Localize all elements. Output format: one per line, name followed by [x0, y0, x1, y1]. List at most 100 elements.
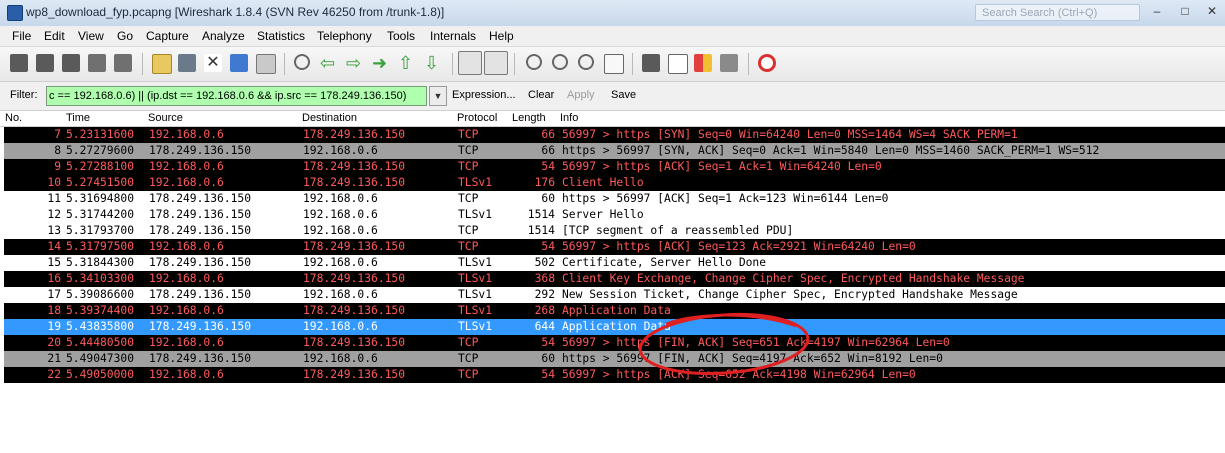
- packet-row[interactable]: 10 5.27451500 192.168.0.6 178.249.136.15…: [4, 175, 1225, 191]
- packet-list: 7 5.23131600 192.168.0.6 178.249.136.150…: [4, 127, 1225, 383]
- packet-info: Certificate, Server Hello Done: [562, 256, 767, 269]
- packet-row[interactable]: 18 5.39374400 192.168.0.6 178.249.136.15…: [4, 303, 1225, 319]
- packet-no: 15: [47, 256, 61, 269]
- packet-no: 19: [47, 320, 61, 333]
- go-to-packet-icon[interactable]: ➜: [372, 54, 390, 72]
- packet-destination: 192.168.0.6: [303, 256, 378, 269]
- packet-length: 54: [541, 240, 555, 253]
- go-first-icon[interactable]: ⇧: [398, 54, 416, 72]
- packet-row[interactable]: 16 5.34103300 192.168.0.6 178.249.136.15…: [4, 271, 1225, 287]
- interface-list-icon[interactable]: [10, 54, 28, 72]
- main-toolbar: ✕ ⇦ ⇨ ➜ ⇧ ⇩: [0, 47, 1225, 82]
- menu-capture[interactable]: Capture: [146, 29, 189, 43]
- packet-protocol: TLSv1: [458, 176, 493, 189]
- packet-row[interactable]: 11 5.31694800 178.249.136.150 192.168.0.…: [4, 191, 1225, 207]
- zoom-out-icon[interactable]: [552, 54, 568, 70]
- packet-row[interactable]: 7 5.23131600 192.168.0.6 178.249.136.150…: [4, 127, 1225, 143]
- menu-view[interactable]: View: [78, 29, 104, 43]
- column-header-info[interactable]: Info: [560, 112, 578, 124]
- resize-columns-icon[interactable]: [604, 54, 624, 74]
- start-capture-icon[interactable]: [62, 54, 80, 72]
- menu-help[interactable]: Help: [489, 29, 514, 43]
- packet-info: Application Data: [562, 320, 671, 333]
- packet-row[interactable]: 14 5.31797500 192.168.0.6 178.249.136.15…: [4, 239, 1225, 255]
- display-filters-icon[interactable]: [668, 54, 688, 74]
- find-packet-icon[interactable]: [294, 54, 310, 70]
- go-last-icon[interactable]: ⇩: [424, 54, 442, 72]
- toolbar-separator: [452, 53, 453, 75]
- packet-row[interactable]: 13 5.31793700 178.249.136.150 192.168.0.…: [4, 223, 1225, 239]
- close-file-icon[interactable]: ✕: [204, 54, 222, 72]
- menu-tools[interactable]: Tools: [387, 29, 415, 43]
- maximize-button[interactable]: □: [1172, 2, 1198, 20]
- packet-time: 5.31744200: [66, 208, 135, 221]
- menu-analyze[interactable]: Analyze: [202, 29, 245, 43]
- title-bar: wp8_download_fyp.pcapng [Wireshark 1.8.4…: [0, 0, 1225, 27]
- autoscroll-icon[interactable]: [484, 51, 508, 75]
- capture-options-icon[interactable]: [36, 54, 54, 72]
- menu-telephony[interactable]: Telephony: [317, 29, 372, 43]
- column-header-no[interactable]: No.: [5, 112, 22, 124]
- stop-capture-icon[interactable]: [88, 54, 106, 72]
- packet-protocol: TLSv1: [458, 256, 493, 269]
- packet-source: 178.249.136.150: [149, 192, 252, 205]
- expression-button[interactable]: Expression...: [452, 89, 516, 101]
- zoom-in-icon[interactable]: [526, 54, 542, 70]
- packet-time: 5.31793700: [66, 224, 135, 237]
- menu-file[interactable]: File: [12, 29, 31, 43]
- packet-no: 14: [47, 240, 61, 253]
- packet-length: 292: [534, 288, 555, 301]
- open-file-icon[interactable]: [152, 54, 172, 74]
- normal-size-icon[interactable]: [578, 54, 594, 70]
- display-filter-input[interactable]: c == 192.168.0.6) || (ip.dst == 192.168.…: [46, 86, 427, 106]
- menu-internals[interactable]: Internals: [430, 29, 476, 43]
- coloring-rules-icon[interactable]: [694, 54, 712, 72]
- column-header-protocol[interactable]: Protocol: [457, 112, 497, 124]
- packet-row[interactable]: 8 5.27279600 178.249.136.150 192.168.0.6…: [4, 143, 1225, 159]
- packet-length: 54: [541, 368, 555, 381]
- packet-time: 5.49050000: [66, 368, 135, 381]
- restart-capture-icon[interactable]: [114, 54, 132, 72]
- save-file-icon[interactable]: [178, 54, 196, 72]
- packet-no: 9: [54, 160, 61, 173]
- packet-row[interactable]: 20 5.44480500 192.168.0.6 178.249.136.15…: [4, 335, 1225, 351]
- packet-row[interactable]: 17 5.39086600 178.249.136.150 192.168.0.…: [4, 287, 1225, 303]
- column-header-length[interactable]: Length: [512, 112, 546, 124]
- packet-info: https > 56997 [ACK] Seq=1 Ack=123 Win=61…: [562, 192, 889, 205]
- clear-button[interactable]: Clear: [528, 89, 554, 101]
- menu-edit[interactable]: Edit: [44, 29, 65, 43]
- menu-statistics[interactable]: Statistics: [257, 29, 305, 43]
- colorize-icon[interactable]: [458, 51, 482, 75]
- packet-length: 502: [534, 256, 555, 269]
- minimize-button[interactable]: –: [1144, 2, 1170, 20]
- reload-icon[interactable]: [230, 54, 248, 72]
- preferences-icon[interactable]: [720, 54, 738, 72]
- packet-row[interactable]: 15 5.31844300 178.249.136.150 192.168.0.…: [4, 255, 1225, 271]
- capture-filters-icon[interactable]: [642, 54, 660, 72]
- windows-search-box[interactable]: Search Search (Ctrl+Q): [975, 4, 1140, 21]
- filter-label: Filter:: [10, 89, 38, 101]
- help-icon[interactable]: [758, 54, 776, 72]
- print-icon[interactable]: [256, 54, 276, 74]
- column-header-time[interactable]: Time: [66, 112, 90, 124]
- close-button[interactable]: ✕: [1199, 2, 1225, 20]
- go-forward-icon[interactable]: ⇨: [346, 54, 364, 72]
- save-filter-button[interactable]: Save: [611, 89, 636, 101]
- packet-row[interactable]: 22 5.49050000 192.168.0.6 178.249.136.15…: [4, 367, 1225, 383]
- packet-row[interactable]: 21 5.49047300 178.249.136.150 192.168.0.…: [4, 351, 1225, 367]
- packet-protocol: TLSv1: [458, 320, 493, 333]
- column-header-destination[interactable]: Destination: [302, 112, 357, 124]
- packet-info: Application Data: [562, 304, 671, 317]
- apply-button[interactable]: Apply: [567, 89, 595, 101]
- packet-length: 66: [541, 144, 555, 157]
- go-back-icon[interactable]: ⇦: [320, 54, 338, 72]
- menu-go[interactable]: Go: [117, 29, 133, 43]
- filter-dropdown-icon[interactable]: ▼: [429, 86, 447, 106]
- packet-source: 192.168.0.6: [149, 128, 224, 141]
- packet-row[interactable]: 19 5.43835800 178.249.136.150 192.168.0.…: [4, 319, 1225, 335]
- packet-row[interactable]: 9 5.27288100 192.168.0.6 178.249.136.150…: [4, 159, 1225, 175]
- column-header-source[interactable]: Source: [148, 112, 183, 124]
- packet-destination: 192.168.0.6: [303, 320, 378, 333]
- packet-protocol: TCP: [458, 336, 479, 349]
- packet-row[interactable]: 12 5.31744200 178.249.136.150 192.168.0.…: [4, 207, 1225, 223]
